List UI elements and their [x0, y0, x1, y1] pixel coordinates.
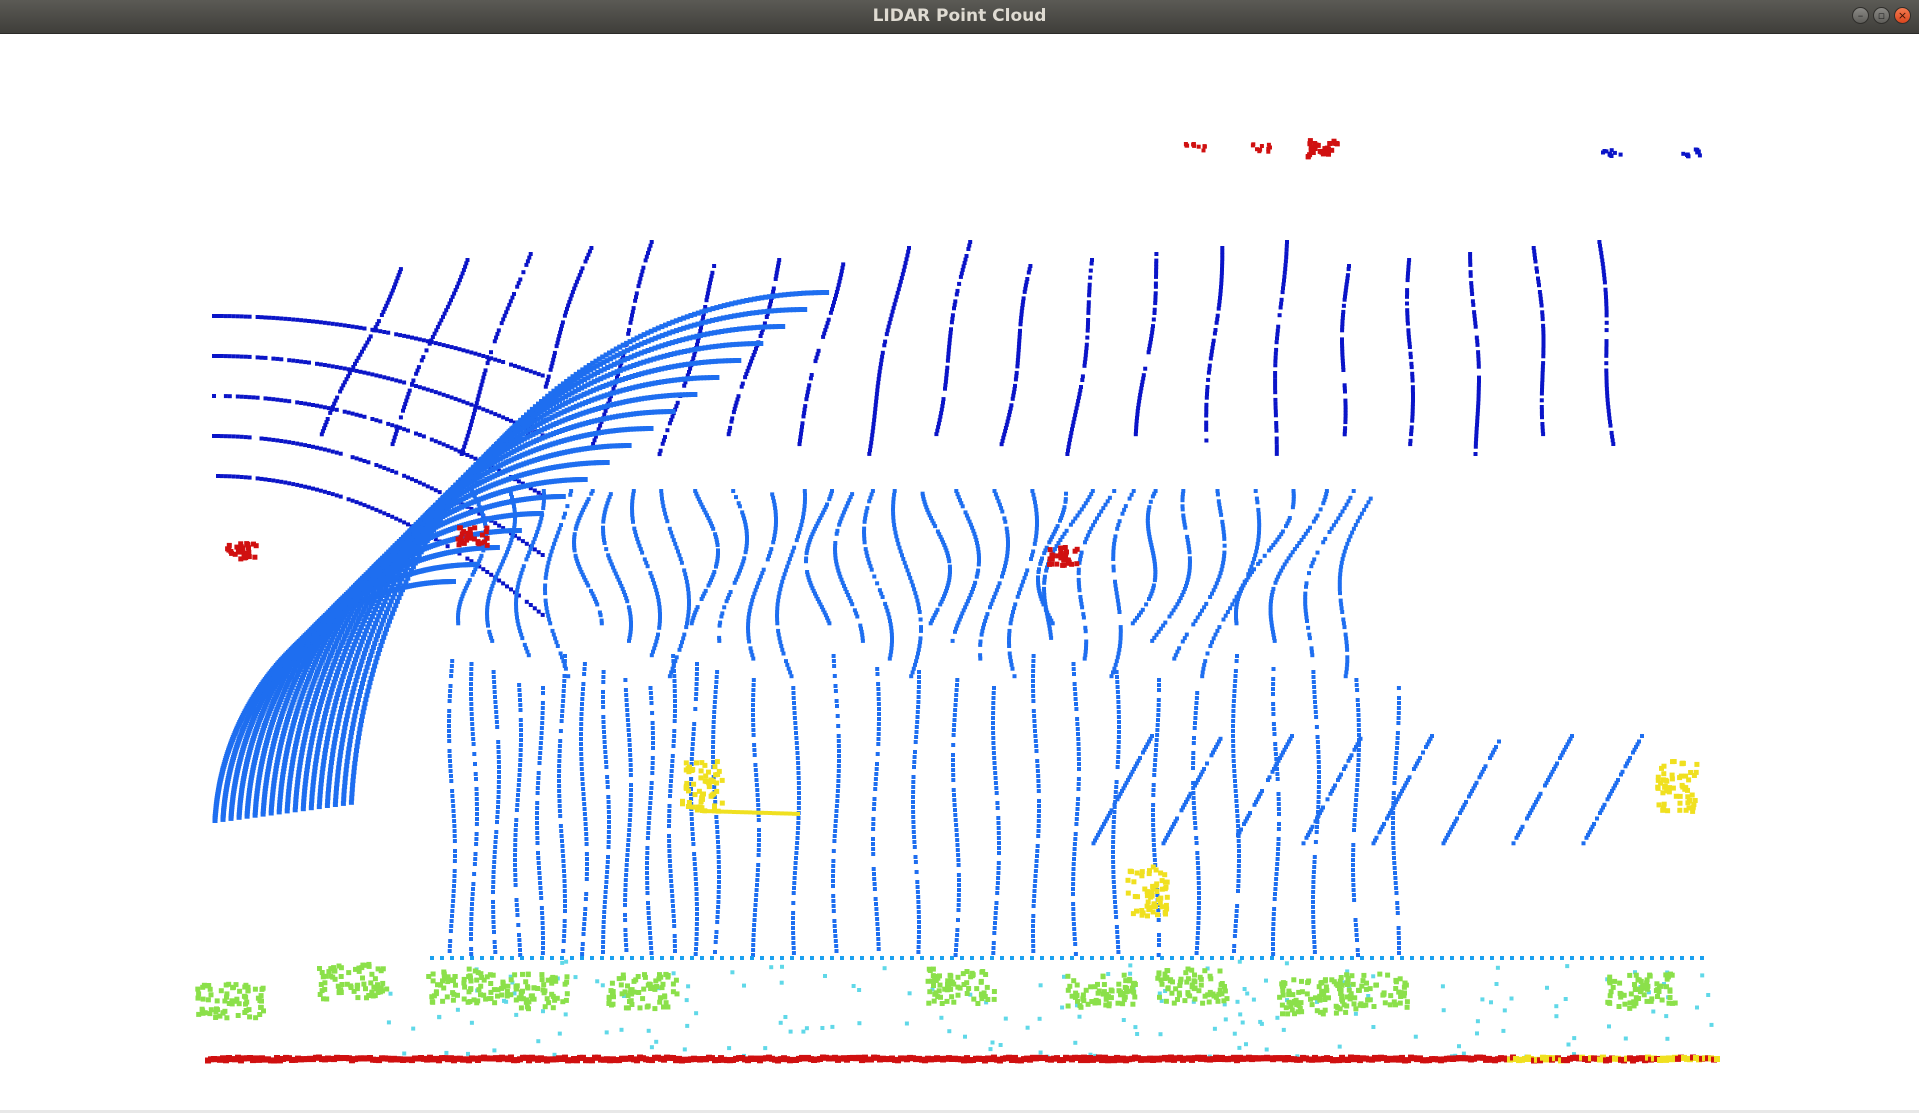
point-cloud-canvas[interactable] — [0, 34, 1919, 1113]
maximize-icon[interactable]: ▫ — [1873, 7, 1890, 24]
close-icon[interactable]: × — [1894, 7, 1911, 24]
ground-points — [386, 956, 1714, 1062]
window-controls: – ▫ × — [1852, 7, 1911, 26]
lidar-viewer-window: LIDAR Point Cloud – ▫ × — [0, 0, 1919, 1113]
title-bar[interactable]: LIDAR Point Cloud – ▫ × — [0, 0, 1919, 34]
mid-scan-lines — [456, 489, 1373, 679]
minimize-icon[interactable]: – — [1852, 7, 1869, 24]
sparse-top-points — [1183, 142, 1702, 159]
window-title: LIDAR Point Cloud — [872, 6, 1047, 26]
point-cloud-viewport[interactable] — [0, 34, 1919, 1113]
ground-red-line — [205, 1054, 1720, 1064]
vegetation-points — [195, 961, 1678, 1021]
